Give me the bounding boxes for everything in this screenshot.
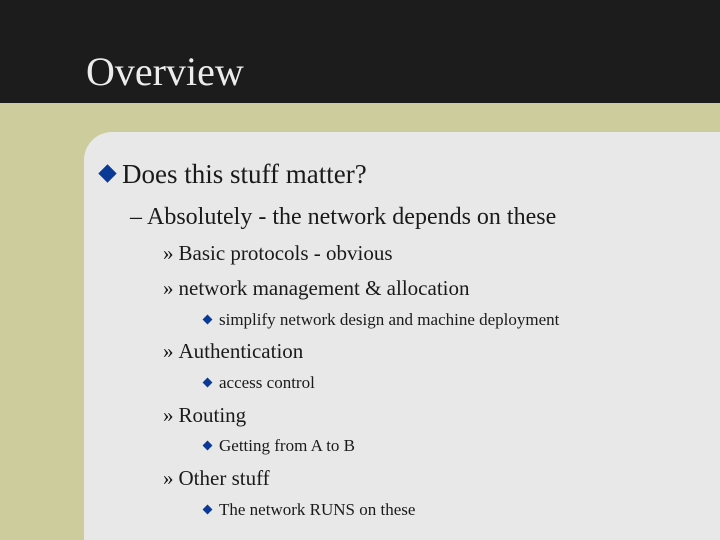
diamond-bullet-icon [202, 440, 213, 451]
chevron-marker: » [163, 241, 174, 265]
bullet-level2: – Absolutely - the network depends on the… [130, 205, 556, 229]
bullet-text: The network RUNS on these [219, 500, 416, 519]
bullet-level3: » network management & allocation [163, 278, 470, 299]
chevron-marker: » [163, 276, 174, 300]
bullet-text: access control [219, 373, 315, 392]
bullet-text: Getting from A to B [219, 436, 355, 455]
diamond-bullet-icon [98, 164, 117, 183]
bullet-level4: Getting from A to B [202, 437, 355, 454]
bullet-level3: » Other stuff [163, 468, 270, 489]
chevron-marker: » [163, 339, 174, 363]
bullet-level1: Does this stuff matter? [98, 161, 367, 188]
bullet-text: Authentication [178, 339, 304, 363]
chevron-marker: » [163, 403, 174, 427]
bullet-text: Basic protocols - obvious [178, 241, 393, 265]
bullet-level4: The network RUNS on these [202, 501, 415, 518]
diamond-bullet-icon [202, 377, 213, 388]
slide-header: Overview [0, 0, 720, 103]
bullet-level3: » Basic protocols - obvious [163, 243, 393, 264]
dash-marker: – [130, 204, 142, 230]
bullet-text: Routing [178, 403, 247, 427]
bullet-text: simplify network design and machine depl… [219, 310, 560, 329]
bullet-level3: » Routing [163, 405, 246, 426]
diamond-bullet-icon [202, 314, 213, 325]
bullet-level4: access control [202, 374, 315, 391]
bullet-text: Absolutely - the network depends on thes… [147, 204, 557, 230]
bullet-level4: simplify network design and machine depl… [202, 311, 559, 328]
bullet-text: Does this stuff matter? [122, 159, 367, 189]
slide-title: Overview [86, 49, 244, 94]
bullet-level3: » Authentication [163, 341, 303, 362]
bullet-text: Other stuff [178, 466, 270, 490]
chevron-marker: » [163, 466, 174, 490]
bullet-text: network management & allocation [178, 276, 470, 300]
diamond-bullet-icon [202, 504, 213, 515]
